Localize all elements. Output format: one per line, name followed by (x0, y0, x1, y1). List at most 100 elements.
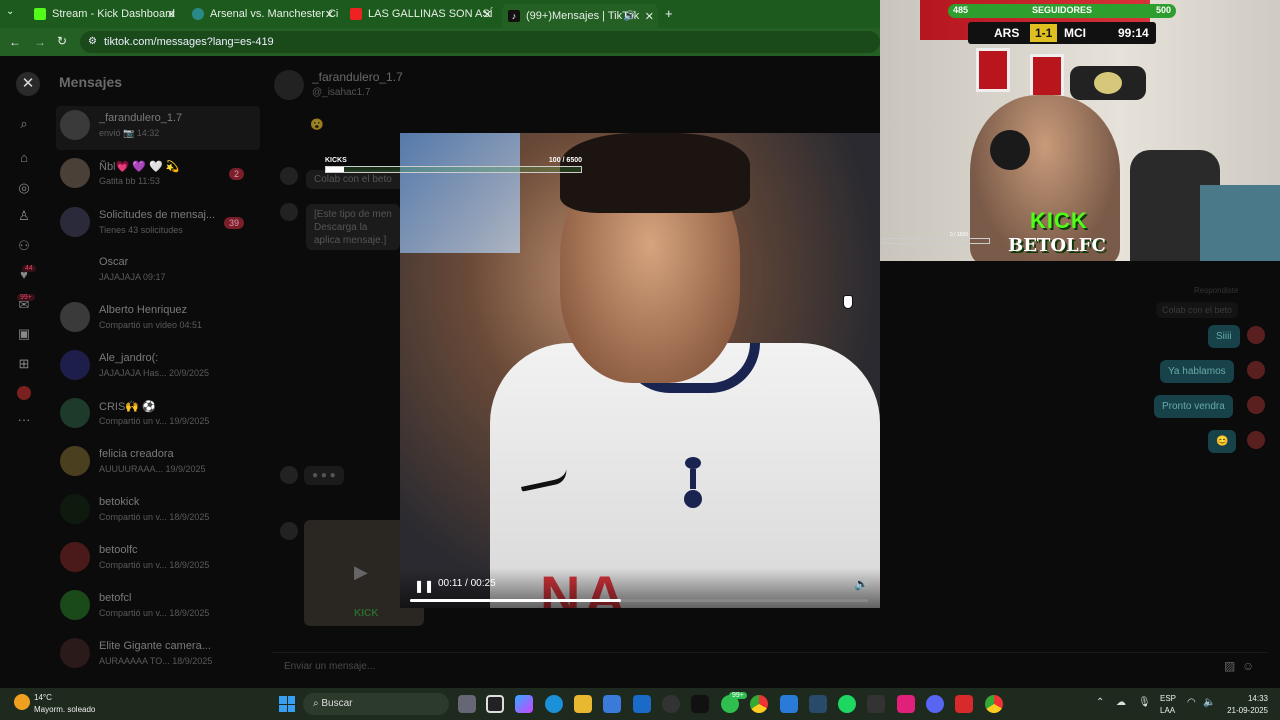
clock-time[interactable]: 14:33 (1224, 694, 1268, 703)
sender-avatar (280, 203, 298, 221)
obs-icon[interactable] (662, 695, 680, 713)
upload-icon[interactable]: ⊞ (17, 357, 31, 371)
forward-icon[interactable]: → (34, 35, 46, 49)
kick-logo: KICK (1030, 208, 1088, 233)
list-item[interactable]: Ñbl💗 💜 🤍 💫 Gatita bb 11:53 2 (56, 154, 260, 198)
close-tab-icon[interactable]: ✕ (645, 10, 654, 23)
chrome-profile-icon[interactable] (985, 695, 1003, 713)
close-button[interactable]: ✕ (16, 72, 40, 96)
onedrive-icon[interactable]: ☁ (1116, 697, 1126, 708)
streamer-name: BETOLFC (1008, 235, 1106, 256)
tiktok-app-icon[interactable] (691, 695, 709, 713)
replied-label: Respondiste (1194, 286, 1239, 295)
search-icon[interactable]: ⌕ (17, 117, 31, 131)
followers-label: SEGUIDORES (1031, 5, 1092, 15)
wps-icon[interactable] (955, 695, 973, 713)
list-item[interactable]: CRIS🙌 ⚽ Compartió un v... 19/9/2025 (56, 394, 260, 438)
tab-list-dropdown-icon[interactable]: ⌄ (6, 6, 14, 17)
sofa (1200, 185, 1280, 261)
tab-arsenal-match[interactable]: Arsenal vs. Manchester City | D ✕ (186, 4, 338, 24)
conversation-preview: AUUUURAAA... 19/9/2025 (99, 464, 206, 474)
site-info-icon[interactable]: ⚙ (88, 31, 97, 53)
seek-bar[interactable] (410, 599, 868, 602)
message-input[interactable]: Enviar un mensaje... ▨ ☺ (272, 652, 1268, 680)
keyboard-layout[interactable]: LAA (1160, 706, 1175, 715)
avatar (60, 494, 90, 524)
message-placeholder: Enviar un mensaje... (284, 661, 376, 672)
close-tab-icon[interactable]: ✕ (167, 8, 176, 21)
explore-icon[interactable]: ◎ (17, 181, 31, 195)
new-tab-button[interactable]: + (665, 6, 673, 21)
microphone-icon[interactable]: 🎙 (1138, 697, 1151, 708)
close-tab-icon[interactable]: ✕ (325, 8, 334, 21)
list-item[interactable]: betoolfc Compartió un v... 18/9/2025 (56, 538, 260, 582)
list-item[interactable]: felicia creadora AUUUURAAA... 19/9/2025 (56, 442, 260, 486)
home-team: ARS (994, 26, 1020, 40)
app-icon[interactable] (867, 695, 885, 713)
taskbar-search[interactable]: ⌕ Buscar (303, 693, 449, 715)
url-field[interactable]: ⚙ tiktok.com/messages?lang=es-419 (80, 31, 880, 53)
close-tab-icon[interactable]: ✕ (483, 8, 492, 21)
more-icon[interactable]: ··· (17, 413, 31, 427)
back-icon[interactable]: ← (9, 35, 21, 49)
emoji-icon[interactable]: ☺ (1242, 659, 1254, 673)
avatar (60, 302, 90, 332)
message-bubble: Ya hablamos (1160, 360, 1234, 383)
list-item[interactable]: Solicitudes de mensaj... Tienes 43 solic… (56, 203, 260, 247)
conversation-name: felicia creadora (99, 448, 174, 460)
search-label: Buscar (321, 698, 353, 709)
tab-youtube-video[interactable]: LAS GALLINAS SON ASÍ ← con ✕ (344, 4, 496, 24)
kicks-fill (326, 167, 344, 172)
weather-desc[interactable]: Mayorm. soleado (34, 705, 95, 714)
clock-date[interactable]: 21-09-2025 (1214, 706, 1268, 715)
start-button[interactable] (279, 696, 295, 712)
list-item[interactable]: Alberto Henriquez Compartió un video 04:… (56, 298, 260, 342)
kicks-track (325, 166, 582, 173)
home-icon[interactable]: ⌂ (17, 151, 31, 165)
list-item[interactable]: Oscar JAJAJAJA 09:17 (56, 250, 260, 294)
messages-title: Mensajes (59, 74, 123, 90)
replied-quote: Colab con el beto (1156, 302, 1239, 318)
volume-icon[interactable]: 🔊 (854, 577, 869, 591)
speaker-icon[interactable]: 🔊 (624, 11, 636, 22)
vscode-icon[interactable] (780, 695, 798, 713)
wall-frame (976, 48, 1010, 92)
wifi-icon[interactable]: ◠ (1187, 697, 1196, 708)
edge-icon[interactable] (545, 695, 563, 713)
folder-icon[interactable] (809, 695, 827, 713)
task-view-icon[interactable] (458, 695, 476, 713)
capcut-icon[interactable] (897, 695, 915, 713)
list-item[interactable]: betokick Compartió un v... 18/9/2025 (56, 490, 260, 534)
friends-icon[interactable]: ⚇ (17, 239, 31, 253)
spotify-icon[interactable] (838, 695, 856, 713)
chevron-up-icon[interactable]: ⌃ (1096, 697, 1104, 708)
tab-tiktok-messages[interactable]: ♪ (99+)Mensajes | TikTok 🔊 ✕ (502, 4, 658, 28)
list-item[interactable]: Elite Gigante camera... AURAAAAA TO... 1… (56, 634, 260, 678)
list-item[interactable]: Ale_jandro(: JAJAJAJA Has... 20/9/2025 (56, 346, 260, 390)
outlook-icon[interactable] (633, 695, 651, 713)
copilot-icon[interactable] (515, 695, 533, 713)
video-player[interactable]: NA ❚❚ 00:11 / 00:25 🔊 (400, 133, 880, 608)
image-upload-icon[interactable]: ▨ (1224, 659, 1235, 673)
live-icon[interactable]: ▣ (17, 327, 31, 341)
message-bubble: 😊 (1208, 430, 1237, 453)
kicks-value: 100 / 6500 (548, 157, 582, 164)
discord-icon[interactable] (926, 695, 944, 713)
list-item[interactable]: _farandulero_1.7 envió 📷 14:32 (56, 106, 260, 150)
following-icon[interactable]: ♙ (17, 209, 31, 223)
widgets-icon[interactable] (486, 695, 504, 713)
language-indicator[interactable]: ESP (1160, 694, 1176, 703)
store-icon[interactable] (603, 695, 621, 713)
pause-icon[interactable]: ❚❚ (414, 579, 434, 593)
profile-avatar[interactable] (17, 386, 31, 400)
tab-kick-dashboard[interactable]: Stream - Kick Dashboard ✕ (28, 4, 180, 24)
weather-temp[interactable]: 14°C (34, 693, 52, 702)
weather-icon[interactable] (14, 694, 30, 710)
reload-icon[interactable]: ↻ (57, 34, 67, 48)
conversation-name: Ale_jandro(: (99, 352, 159, 364)
followers-goal: 500 (1155, 5, 1171, 15)
file-explorer-icon[interactable] (574, 695, 592, 713)
list-item[interactable]: betofcl Compartió un v... 18/9/2025 (56, 586, 260, 630)
chrome-icon[interactable] (750, 695, 768, 713)
mini-goal-track (882, 238, 990, 244)
